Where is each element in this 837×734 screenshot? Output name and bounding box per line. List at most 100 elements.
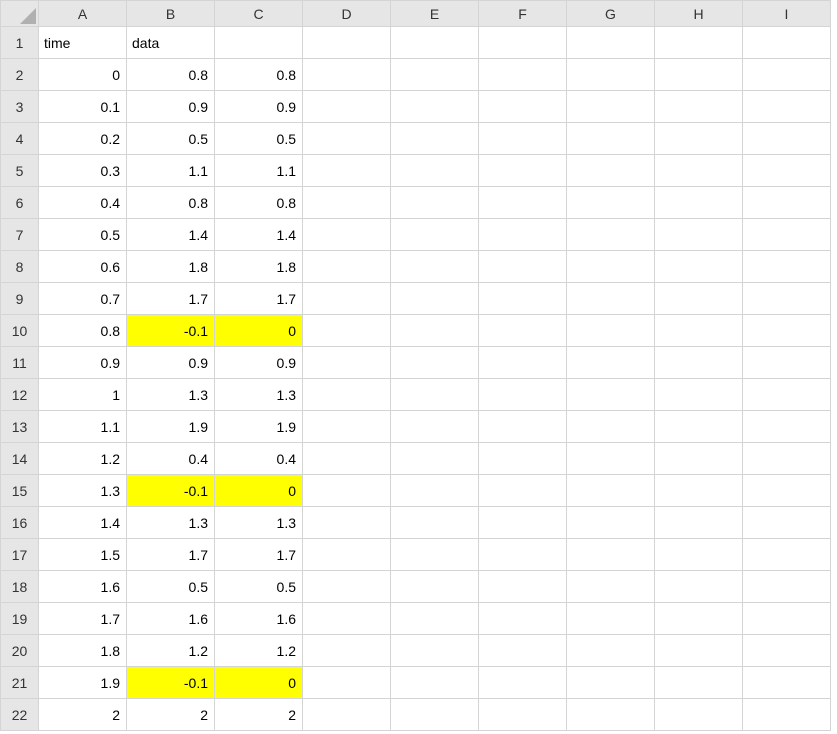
cell-G4[interactable]: [567, 123, 655, 155]
cell-C22[interactable]: 2: [215, 699, 303, 731]
cell-H14[interactable]: [655, 443, 743, 475]
cell-E9[interactable]: [391, 283, 479, 315]
cell-D10[interactable]: [303, 315, 391, 347]
cell-B20[interactable]: 1.2: [127, 635, 215, 667]
cell-H10[interactable]: [655, 315, 743, 347]
cell-A6[interactable]: 0.4: [39, 187, 127, 219]
cell-D11[interactable]: [303, 347, 391, 379]
cell-E8[interactable]: [391, 251, 479, 283]
cell-G22[interactable]: [567, 699, 655, 731]
cell-A21[interactable]: 1.9: [39, 667, 127, 699]
cell-B13[interactable]: 1.9: [127, 411, 215, 443]
cell-D15[interactable]: [303, 475, 391, 507]
cell-H19[interactable]: [655, 603, 743, 635]
cell-H21[interactable]: [655, 667, 743, 699]
row-header-3[interactable]: 3: [1, 91, 39, 123]
cell-G8[interactable]: [567, 251, 655, 283]
cell-E21[interactable]: [391, 667, 479, 699]
cell-I3[interactable]: [743, 91, 831, 123]
cell-H6[interactable]: [655, 187, 743, 219]
cell-I12[interactable]: [743, 379, 831, 411]
col-header-C[interactable]: C: [215, 1, 303, 27]
cell-C16[interactable]: 1.3: [215, 507, 303, 539]
row-header-16[interactable]: 16: [1, 507, 39, 539]
cell-I7[interactable]: [743, 219, 831, 251]
select-all-corner[interactable]: [1, 1, 39, 27]
cell-I9[interactable]: [743, 283, 831, 315]
cell-I10[interactable]: [743, 315, 831, 347]
cell-F16[interactable]: [479, 507, 567, 539]
cell-A20[interactable]: 1.8: [39, 635, 127, 667]
cell-I17[interactable]: [743, 539, 831, 571]
cell-G17[interactable]: [567, 539, 655, 571]
cell-C5[interactable]: 1.1: [215, 155, 303, 187]
cell-E6[interactable]: [391, 187, 479, 219]
cell-F14[interactable]: [479, 443, 567, 475]
cell-D20[interactable]: [303, 635, 391, 667]
row-header-21[interactable]: 21: [1, 667, 39, 699]
cell-I1[interactable]: [743, 27, 831, 59]
cell-H5[interactable]: [655, 155, 743, 187]
cell-C4[interactable]: 0.5: [215, 123, 303, 155]
cell-D3[interactable]: [303, 91, 391, 123]
col-header-B[interactable]: B: [127, 1, 215, 27]
cell-F19[interactable]: [479, 603, 567, 635]
cell-I19[interactable]: [743, 603, 831, 635]
cell-F10[interactable]: [479, 315, 567, 347]
cell-A2[interactable]: 0: [39, 59, 127, 91]
cell-B21[interactable]: -0.1: [127, 667, 215, 699]
cell-F13[interactable]: [479, 411, 567, 443]
cell-A14[interactable]: 1.2: [39, 443, 127, 475]
cell-H8[interactable]: [655, 251, 743, 283]
cell-D1[interactable]: [303, 27, 391, 59]
cell-E3[interactable]: [391, 91, 479, 123]
row-header-2[interactable]: 2: [1, 59, 39, 91]
cell-F2[interactable]: [479, 59, 567, 91]
cell-H7[interactable]: [655, 219, 743, 251]
cell-C19[interactable]: 1.6: [215, 603, 303, 635]
cell-E13[interactable]: [391, 411, 479, 443]
row-header-9[interactable]: 9: [1, 283, 39, 315]
cell-B1[interactable]: data: [127, 27, 215, 59]
cell-F5[interactable]: [479, 155, 567, 187]
cell-A15[interactable]: 1.3: [39, 475, 127, 507]
cell-A1[interactable]: time: [39, 27, 127, 59]
cell-F15[interactable]: [479, 475, 567, 507]
cell-D12[interactable]: [303, 379, 391, 411]
cell-F20[interactable]: [479, 635, 567, 667]
cell-I18[interactable]: [743, 571, 831, 603]
cell-F3[interactable]: [479, 91, 567, 123]
cell-H12[interactable]: [655, 379, 743, 411]
row-header-17[interactable]: 17: [1, 539, 39, 571]
cell-G14[interactable]: [567, 443, 655, 475]
col-header-F[interactable]: F: [479, 1, 567, 27]
row-header-4[interactable]: 4: [1, 123, 39, 155]
cell-I16[interactable]: [743, 507, 831, 539]
cell-B9[interactable]: 1.7: [127, 283, 215, 315]
cell-G20[interactable]: [567, 635, 655, 667]
cell-D14[interactable]: [303, 443, 391, 475]
cell-I6[interactable]: [743, 187, 831, 219]
cell-A11[interactable]: 0.9: [39, 347, 127, 379]
cell-H3[interactable]: [655, 91, 743, 123]
cell-E22[interactable]: [391, 699, 479, 731]
cell-A22[interactable]: 2: [39, 699, 127, 731]
cell-A3[interactable]: 0.1: [39, 91, 127, 123]
cell-I20[interactable]: [743, 635, 831, 667]
cell-H18[interactable]: [655, 571, 743, 603]
row-header-19[interactable]: 19: [1, 603, 39, 635]
cell-I4[interactable]: [743, 123, 831, 155]
cell-D7[interactable]: [303, 219, 391, 251]
cell-H16[interactable]: [655, 507, 743, 539]
cell-G3[interactable]: [567, 91, 655, 123]
cell-B7[interactable]: 1.4: [127, 219, 215, 251]
cell-H11[interactable]: [655, 347, 743, 379]
cell-B22[interactable]: 2: [127, 699, 215, 731]
cell-F18[interactable]: [479, 571, 567, 603]
cell-E16[interactable]: [391, 507, 479, 539]
cell-G6[interactable]: [567, 187, 655, 219]
cell-D19[interactable]: [303, 603, 391, 635]
cell-F21[interactable]: [479, 667, 567, 699]
cell-A13[interactable]: 1.1: [39, 411, 127, 443]
cell-E14[interactable]: [391, 443, 479, 475]
